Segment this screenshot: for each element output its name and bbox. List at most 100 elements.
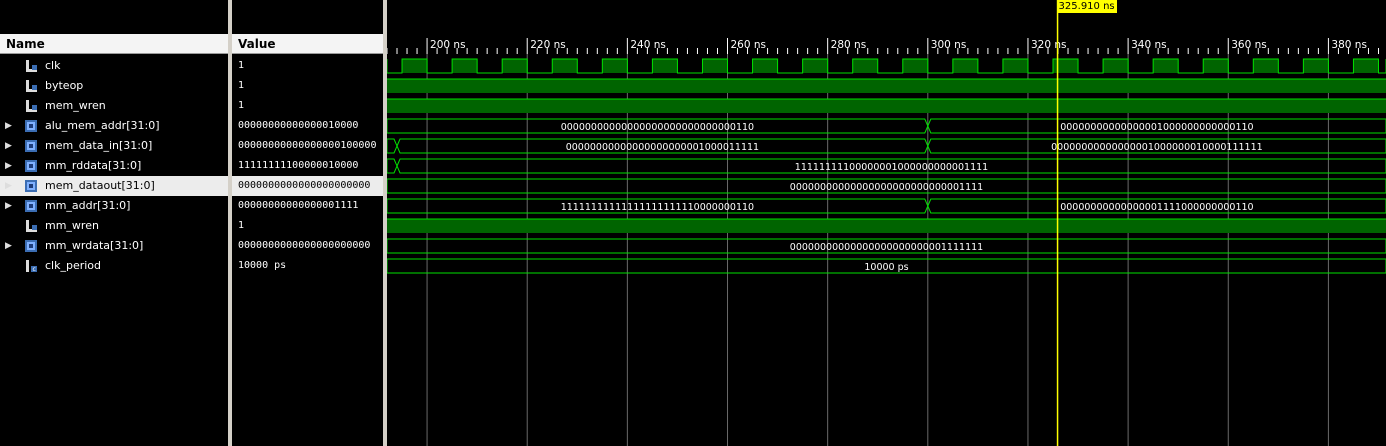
cursor-time-label[interactable]: 325.910 ns xyxy=(1056,0,1117,13)
signal-row[interactable]: ▶ mem_data_in[31:0] xyxy=(0,136,228,156)
signal-value-row[interactable]: 00000000000000000100000 xyxy=(232,136,383,156)
signal-row[interactable]: ▶ mm_rddata[31:0] xyxy=(0,156,228,176)
ruler-tick-label: 280 ns xyxy=(831,39,867,51)
signal-row[interactable]: ▶ alu_mem_addr[31:0] xyxy=(0,116,228,136)
signal-value-row[interactable]: 1 xyxy=(232,96,383,116)
clock-high-fill xyxy=(452,59,478,73)
clock-waveform xyxy=(387,58,1386,74)
svg-text:c: c xyxy=(33,266,36,273)
bit-signal-icon xyxy=(24,99,38,113)
signal-value: 0000000000000000000000 xyxy=(238,240,371,251)
signal-row[interactable]: mem_wren xyxy=(0,96,228,116)
bus-segment xyxy=(387,138,398,154)
expand-arrow-icon[interactable]: ▶ xyxy=(5,196,15,216)
bus-value-label: 00000000000000001111000000000110 xyxy=(1060,202,1253,213)
signal-name: mm_wren xyxy=(45,219,99,232)
value-header-label: Value xyxy=(238,37,276,51)
signal-value-row[interactable]: 1 xyxy=(232,216,383,236)
signal-value: 1 xyxy=(238,60,245,71)
clock-high-fill xyxy=(852,59,878,73)
signal-value: 11111111100000010000 xyxy=(238,160,359,171)
clock-high-fill xyxy=(802,59,828,73)
signal-value-row[interactable]: 0000000000000000000000 xyxy=(232,176,383,196)
signal-value: 1 xyxy=(238,100,245,111)
clock-high-fill xyxy=(1103,59,1129,73)
signal-value-row[interactable]: 00000000000000001111 xyxy=(232,196,383,216)
clock-high-fill xyxy=(1153,59,1179,73)
signal-row[interactable]: mm_wren xyxy=(0,216,228,236)
constant-icon: c xyxy=(24,259,38,273)
signal-value-row[interactable]: 00000000000000010000 xyxy=(232,116,383,136)
value-pane: Value 1 1 1 00000000000000010000 00000000000… xyxy=(232,0,383,446)
clock-high-fill xyxy=(1203,59,1229,73)
bus-value-label: 00000000000000000000000000001111 xyxy=(790,182,983,193)
signal-name: mm_rddata[31:0] xyxy=(45,159,142,172)
signal-row[interactable]: byteop xyxy=(0,76,228,96)
signal-row[interactable]: clk xyxy=(0,56,228,76)
signal-value: 00000000000000000100000 xyxy=(238,140,377,151)
expand-arrow-icon[interactable]: ▶ xyxy=(5,156,15,176)
bus-segment xyxy=(387,158,398,174)
signal-value-row[interactable]: 11111111100000010000 xyxy=(232,156,383,176)
clock-high-fill xyxy=(602,59,628,73)
clock-high-fill xyxy=(1053,59,1079,73)
signal-value-row[interactable]: 10000 ps xyxy=(232,256,383,276)
signal-name: mem_data_in[31:0] xyxy=(45,139,153,152)
ruler-tick-label: 340 ns xyxy=(1131,39,1167,51)
signal-value: 00000000000000001111 xyxy=(238,200,359,211)
signal-name: alu_mem_addr[31:0] xyxy=(45,119,160,132)
wave-high-fill xyxy=(387,219,1386,233)
clock-high-fill xyxy=(652,59,678,73)
bus-signal-icon xyxy=(24,159,38,173)
wave-high-fill xyxy=(387,99,1386,113)
waveform-pane[interactable]: 200 ns 220 ns 240 ns 260 ns 280 ns 300 ns 320 … xyxy=(387,0,1386,446)
bus-value-label: 00000000000000000000000000000110 xyxy=(561,122,754,133)
ruler-tick-label: 320 ns xyxy=(1031,39,1067,51)
bus-signal-icon xyxy=(24,139,38,153)
signal-row[interactable]: ▶ mem_dataout[31:0] xyxy=(0,176,228,196)
expand-arrow-icon[interactable]: ▶ xyxy=(5,136,15,156)
ruler-tick-label: 260 ns xyxy=(731,39,767,51)
signal-row[interactable]: c clk_period xyxy=(0,256,228,276)
bus-signal-icon xyxy=(24,239,38,253)
name-pane: Name clk byteop mem_wren ▶ alu_mem_addr[31:0… xyxy=(0,0,228,446)
name-header-label: Name xyxy=(6,37,45,51)
clock-high-fill xyxy=(402,59,428,73)
signal-value: 1 xyxy=(238,80,245,91)
signal-row[interactable]: ▶ mm_addr[31:0] xyxy=(0,196,228,216)
bit-signal-icon xyxy=(24,59,38,73)
signal-value-row[interactable]: 0000000000000000000000 xyxy=(232,236,383,256)
signal-name: clk xyxy=(45,59,61,72)
signal-value-row[interactable]: 1 xyxy=(232,56,383,76)
name-column-header[interactable]: Name xyxy=(0,34,228,54)
clock-high-fill xyxy=(702,59,728,73)
signal-name: mem_wren xyxy=(45,99,106,112)
expand-arrow-icon[interactable]: ▶ xyxy=(5,236,15,256)
value-column-header[interactable]: Value xyxy=(232,34,383,54)
signal-row[interactable]: ▶ mm_wrdata[31:0] xyxy=(0,236,228,256)
bus-value-label: 00000000000000000000000001111111 xyxy=(790,242,983,253)
bus-signal-icon xyxy=(24,199,38,213)
clock-high-fill xyxy=(1303,59,1329,73)
bus-signal-icon xyxy=(24,179,38,193)
ruler-tick-label: 240 ns xyxy=(630,39,666,51)
bus-value-label: 10000 ps xyxy=(864,262,908,273)
waveform-canvas[interactable]: 200 ns 220 ns 240 ns 260 ns 280 ns 300 ns 320 … xyxy=(387,0,1386,446)
bus-value-label: 11111111111111111111110000000110 xyxy=(561,202,754,213)
clock-high-fill xyxy=(952,59,978,73)
wave-high-fill xyxy=(387,79,1386,93)
signal-value-row[interactable]: 1 xyxy=(232,76,383,96)
ruler-tick-label: 220 ns xyxy=(530,39,566,51)
signal-name: mem_dataout[31:0] xyxy=(45,179,155,192)
signal-value: 00000000000000010000 xyxy=(238,120,359,131)
bus-value-label: 00000000000000001000000010000111111 xyxy=(1051,142,1263,153)
clock-high-fill xyxy=(1002,59,1028,73)
expand-arrow-icon[interactable]: ▶ xyxy=(5,176,15,196)
bit-signal-icon xyxy=(24,79,38,93)
signal-name: byteop xyxy=(45,79,84,92)
signal-name: mm_addr[31:0] xyxy=(45,199,131,212)
expand-arrow-icon[interactable]: ▶ xyxy=(5,116,15,136)
ruler-tick-label: 300 ns xyxy=(931,39,967,51)
signal-value: 1 xyxy=(238,220,245,231)
bus-value-label: 00000000000000000000001000011111 xyxy=(566,142,759,153)
